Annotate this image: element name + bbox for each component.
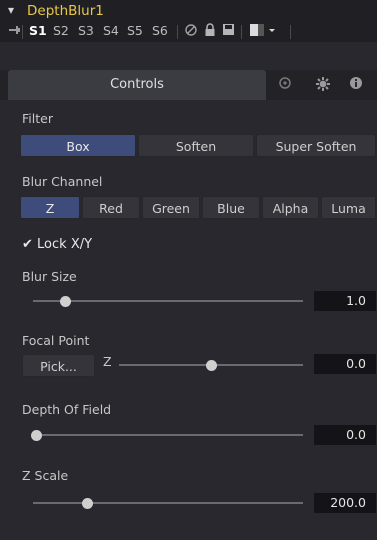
- lock-xy-checkbox[interactable]: ✔ Lock X/Y: [22, 237, 92, 252]
- filter-box-button[interactable]: Box: [20, 134, 136, 157]
- blur-channel-label: Blur Channel: [22, 174, 103, 189]
- separator: [290, 25, 291, 39]
- z-scale-slider-track[interactable]: [33, 502, 303, 504]
- info-icon[interactable]: [349, 76, 363, 94]
- save-icon[interactable]: [222, 23, 235, 39]
- focal-point-slider-knob[interactable]: [205, 359, 217, 371]
- channel-z-button[interactable]: Z: [20, 196, 80, 219]
- slot-s4[interactable]: S4: [103, 23, 119, 38]
- depth-of-field-slider-knob[interactable]: [30, 429, 42, 441]
- tab-controls[interactable]: Controls: [8, 70, 266, 100]
- pick-button[interactable]: Pick...: [22, 354, 95, 377]
- focal-point-label: Focal Point: [22, 333, 90, 348]
- settings-icon[interactable]: [278, 76, 292, 94]
- depth-of-field-value[interactable]: 0.0: [314, 425, 376, 445]
- lock-icon[interactable]: [204, 23, 216, 40]
- separator: [177, 25, 178, 39]
- filter-label: Filter: [22, 111, 53, 126]
- checkmark-icon: ✔: [22, 237, 33, 252]
- slot-s2[interactable]: S2: [53, 23, 69, 38]
- lock-xy-label: Lock X/Y: [37, 237, 93, 252]
- slot-s6[interactable]: S6: [152, 23, 168, 38]
- disable-icon[interactable]: [184, 23, 198, 40]
- separator: [22, 25, 23, 39]
- slot-s1[interactable]: S1: [29, 23, 47, 38]
- depth-of-field-slider-track[interactable]: [36, 434, 303, 436]
- blur-size-slider-knob[interactable]: [59, 295, 71, 307]
- node-title-bar: ▾ DepthBlur1: [0, 0, 377, 22]
- node-title: DepthBlur1: [27, 3, 104, 19]
- blur-size-value[interactable]: 1.0: [314, 291, 376, 311]
- toolbar: S1 S2 S3 S4 S5 S6: [0, 22, 377, 42]
- z-scale-slider-knob[interactable]: [81, 497, 93, 509]
- focal-point-value[interactable]: 0.0: [314, 354, 376, 374]
- depth-of-field-label: Depth Of Field: [22, 402, 112, 417]
- filter-soften-button[interactable]: Soften: [138, 134, 254, 157]
- collapse-chevron-icon[interactable]: ▾: [8, 3, 14, 17]
- channel-green-button[interactable]: Green: [142, 196, 200, 219]
- focal-z-label: Z: [103, 354, 112, 369]
- z-scale-label: Z Scale: [22, 468, 69, 483]
- slot-s5[interactable]: S5: [127, 23, 143, 38]
- channel-alpha-button[interactable]: Alpha: [262, 196, 319, 219]
- slot-s3[interactable]: S3: [78, 23, 94, 38]
- blur-size-slider-track[interactable]: [33, 300, 303, 302]
- channel-red-button[interactable]: Red: [82, 196, 140, 219]
- z-scale-value[interactable]: 200.0: [314, 493, 376, 513]
- separator: [241, 25, 242, 39]
- color-swatch-icon[interactable]: [250, 23, 280, 40]
- channel-blue-button[interactable]: Blue: [202, 196, 260, 219]
- pin-icon[interactable]: [8, 23, 22, 40]
- channel-luma-button[interactable]: Luma: [321, 196, 376, 219]
- blur-size-label: Blur Size: [22, 269, 77, 284]
- filter-super-soften-button[interactable]: Super Soften: [256, 134, 376, 157]
- gear-icon[interactable]: [315, 76, 331, 96]
